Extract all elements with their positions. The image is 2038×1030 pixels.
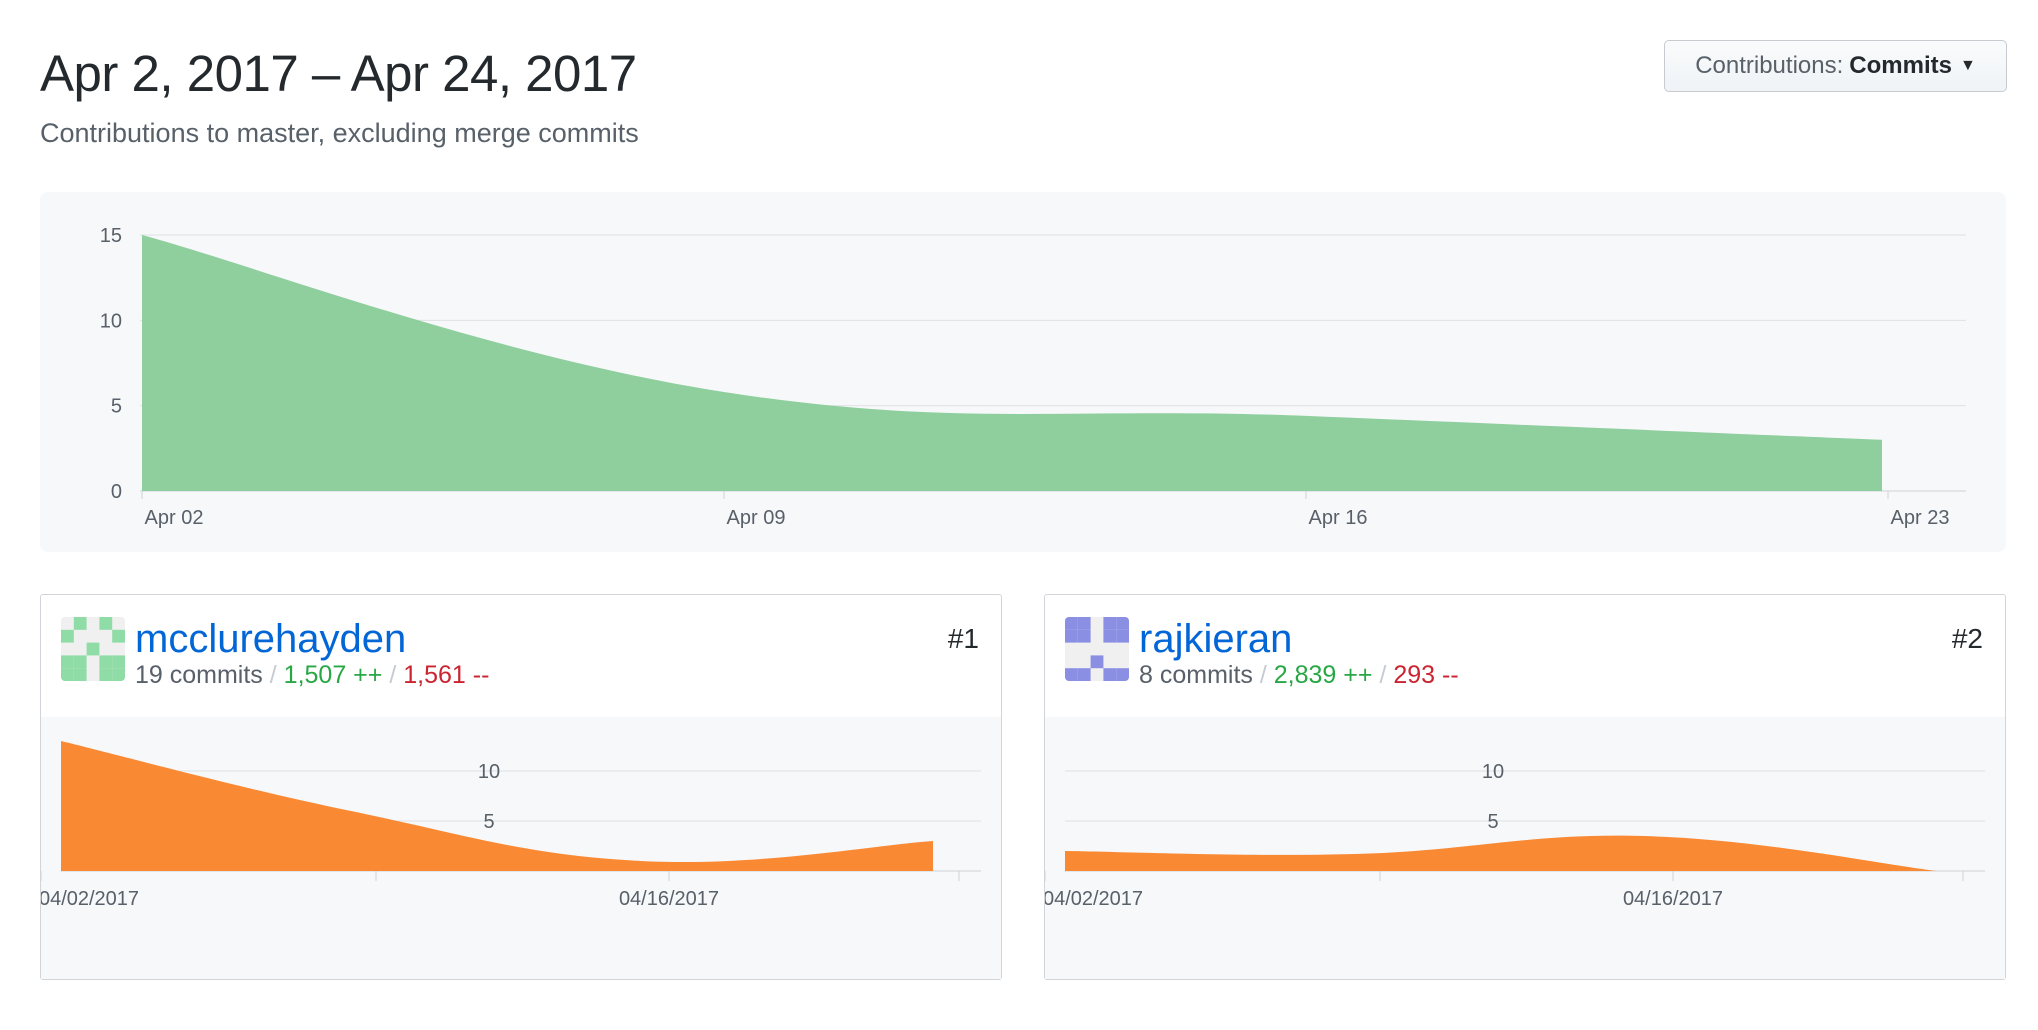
contributor-card-header: rajkieran 8 commits / 2,839 ++ / 293 -- … — [1045, 595, 2005, 718]
commit-count: 19 commits — [135, 661, 263, 689]
main-chart-svg: 0 5 10 15 Apr 02 Apr 09 Apr 16 Apr 23 — [100, 225, 1966, 529]
x-tick-label: 04/02/2017 — [1045, 888, 1143, 910]
identicon-rajkieran — [1065, 617, 1129, 681]
y-tick-label: 5 — [111, 396, 122, 418]
contributions-label: Contributions: — [1695, 52, 1844, 79]
contributor-rank: #2 — [1951, 623, 1983, 654]
contributor-stats: 19 commits / 1,507 ++ / 1,561 -- — [135, 661, 489, 690]
identicon-cell — [61, 629, 74, 643]
stat-separator: / — [269, 661, 284, 689]
stat-separator: / — [389, 661, 404, 689]
identicon-cell — [1090, 655, 1104, 669]
identicon-cell — [1103, 617, 1117, 630]
y-tick-label: 5 — [1487, 811, 1498, 833]
y-tick-label: 10 — [100, 310, 122, 332]
identicon-cell — [1116, 668, 1129, 681]
identicon-cell — [1116, 629, 1129, 643]
stat-separator: / — [1379, 661, 1394, 689]
identicon-cell — [86, 642, 100, 656]
contributor-username-link[interactable]: mcclurehayden — [135, 617, 406, 662]
identicon-cell — [99, 668, 113, 681]
contributor-chart: 5 10 04/02/2017 04/16/2017 — [1045, 717, 2005, 979]
identicon-cell — [1065, 668, 1078, 681]
x-tick-label: Apr 23 — [1891, 507, 1950, 529]
identicon-cell — [99, 617, 113, 630]
page-subtitle: Contributions to master, excluding merge… — [40, 118, 639, 148]
identicon-cell — [61, 668, 74, 681]
identicon-cell — [1077, 617, 1091, 630]
y-tick-label: 15 — [100, 225, 122, 247]
y-tick-label: 5 — [483, 811, 494, 833]
y-tick-label: 10 — [1482, 761, 1504, 783]
contributor-chart-svg: 5 10 04/02/2017 04/16/2017 — [1045, 761, 1985, 910]
page-title: Apr 2, 2017 – Apr 24, 2017 — [40, 45, 637, 102]
contributor-chart-svg: 5 10 04/02/2017 04/16/2017 — [41, 741, 981, 910]
identicon-cell — [112, 629, 125, 643]
commits-area-series — [142, 235, 1882, 491]
avatar[interactable] — [1065, 617, 1129, 681]
identicon-cell — [1103, 668, 1117, 681]
contributions-dropdown-button[interactable]: Contributions: Commits ▼ — [1664, 40, 2007, 92]
x-tick-label: 04/16/2017 — [619, 888, 719, 910]
y-tick-label: 10 — [478, 761, 500, 783]
identicon-cell — [1116, 617, 1129, 630]
additions-count: 2,839 ++ — [1273, 661, 1373, 689]
identicon-cell — [73, 655, 87, 669]
contributor-username-link[interactable]: rajkieran — [1139, 617, 1292, 662]
identicon-cell — [61, 655, 74, 669]
contributor-card: mcclurehayden 19 commits / 1,507 ++ / 1,… — [40, 594, 1002, 980]
caret-down-icon: ▼ — [1959, 57, 1976, 74]
commit-count: 8 commits — [1139, 661, 1253, 689]
commits-over-time-chart: 0 5 10 15 Apr 02 Apr 09 Apr 16 Apr 23 — [40, 192, 2006, 552]
stat-separator: / — [1259, 661, 1274, 689]
identicon-mcclurehayden — [61, 617, 125, 681]
identicon-cell — [1077, 629, 1091, 643]
contributor-chart: 5 10 04/02/2017 04/16/2017 — [41, 717, 1001, 979]
deletions-count: 293 -- — [1393, 661, 1459, 689]
x-tick-label: Apr 09 — [727, 507, 786, 529]
identicon-cell — [73, 617, 87, 630]
x-tick-label: Apr 02 — [145, 507, 204, 529]
contributor-card: rajkieran 8 commits / 2,839 ++ / 293 -- … — [1044, 594, 2006, 980]
contributor-area-series — [1065, 835, 1937, 871]
identicon-cell — [1065, 629, 1078, 643]
additions-count: 1,507 ++ — [283, 661, 383, 689]
contributor-rank: #1 — [947, 623, 979, 654]
identicon-cell — [112, 668, 125, 681]
identicon-cell — [1065, 617, 1078, 630]
contributor-card-header: mcclurehayden 19 commits / 1,507 ++ / 1,… — [41, 595, 1001, 718]
y-tick-label: 0 — [111, 481, 122, 503]
x-tick-label: 04/16/2017 — [1623, 888, 1723, 910]
contributor-stats: 8 commits / 2,839 ++ / 293 -- — [1139, 661, 1459, 690]
identicon-cell — [73, 668, 87, 681]
x-tick-label: Apr 16 — [1309, 507, 1368, 529]
x-tick-label: 04/02/2017 — [41, 888, 139, 910]
contributions-value: Commits — [1849, 52, 1952, 79]
identicon-cell — [99, 655, 113, 669]
identicon-cell — [112, 655, 125, 669]
deletions-count: 1,561 -- — [403, 661, 490, 689]
identicon-cell — [1077, 668, 1091, 681]
identicon-cell — [1103, 629, 1117, 643]
avatar[interactable] — [61, 617, 125, 681]
